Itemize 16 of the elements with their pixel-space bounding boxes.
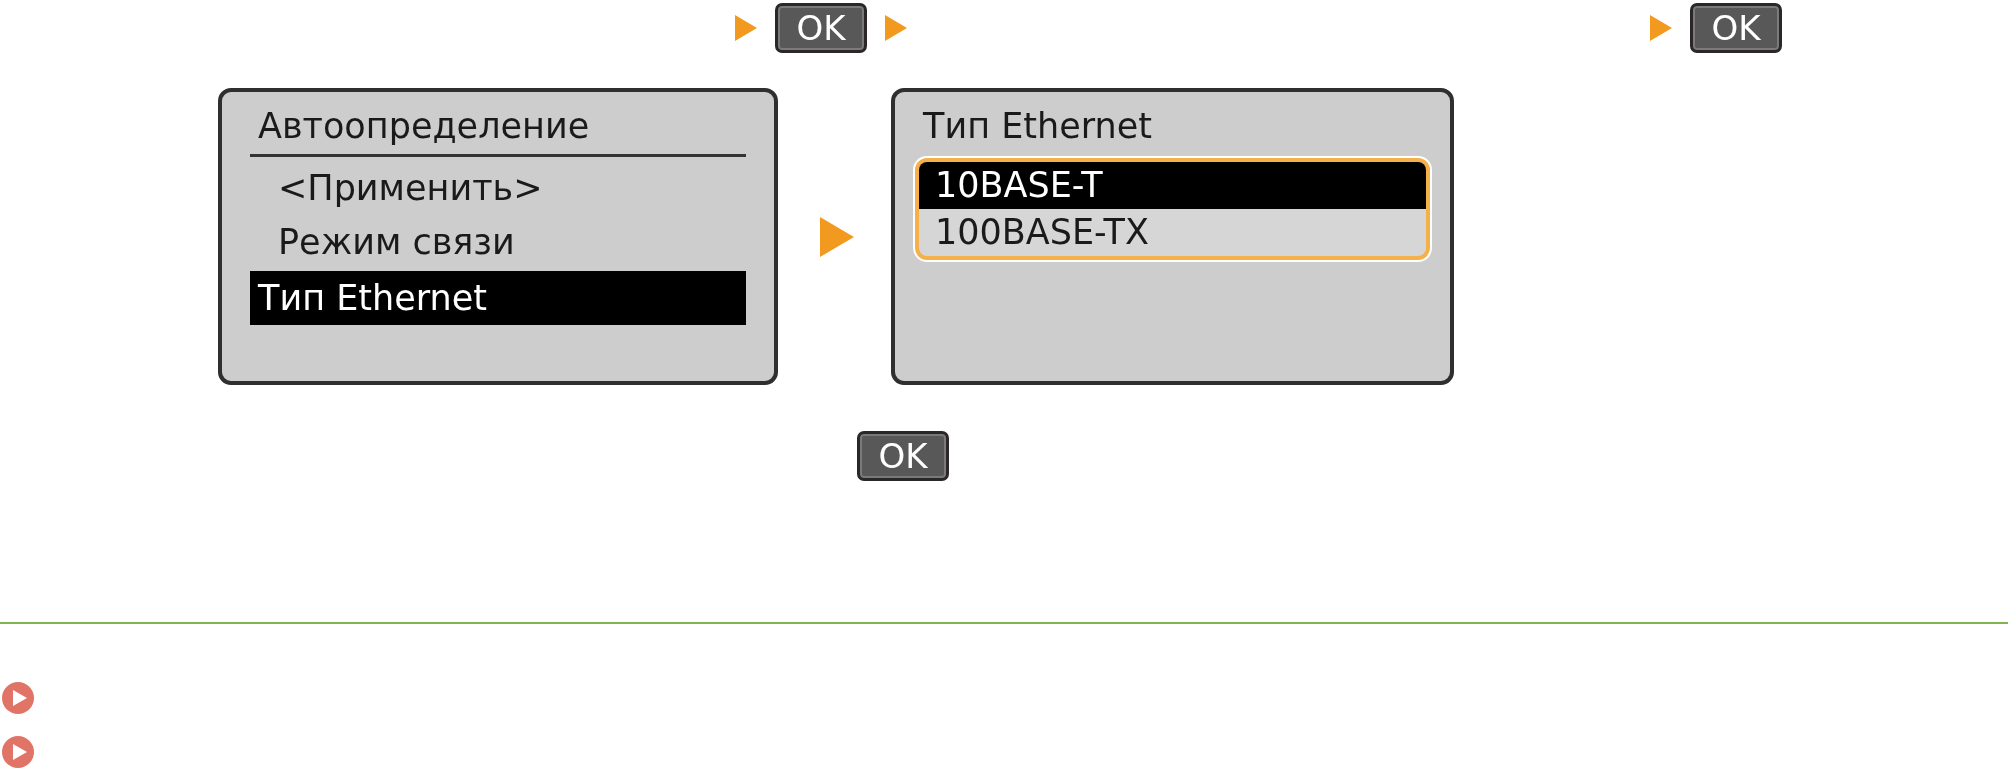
screen-title: Автоопределение <box>250 104 746 157</box>
play-circle-icon[interactable] <box>2 682 34 714</box>
arrow-icon <box>1650 15 1672 41</box>
arrow-icon <box>735 15 757 41</box>
play-circle-icon[interactable] <box>2 736 34 768</box>
arrow-icon <box>820 216 854 257</box>
option-item[interactable]: 100BASE-TX <box>919 209 1426 256</box>
ok-key-picture: OK <box>1690 3 1782 53</box>
arrow-icon <box>885 15 907 41</box>
menu-item[interactable]: Тип Ethernet <box>250 271 746 325</box>
option-item[interactable]: 10BASE-T <box>919 162 1426 209</box>
screen-title: Тип Ethernet <box>922 105 1153 148</box>
menu-item[interactable]: <Применить> <box>250 161 746 215</box>
ok-key-picture: OK <box>857 431 949 481</box>
ok-key-picture: OK <box>775 3 867 53</box>
menu-item[interactable]: Режим связи <box>250 215 746 269</box>
